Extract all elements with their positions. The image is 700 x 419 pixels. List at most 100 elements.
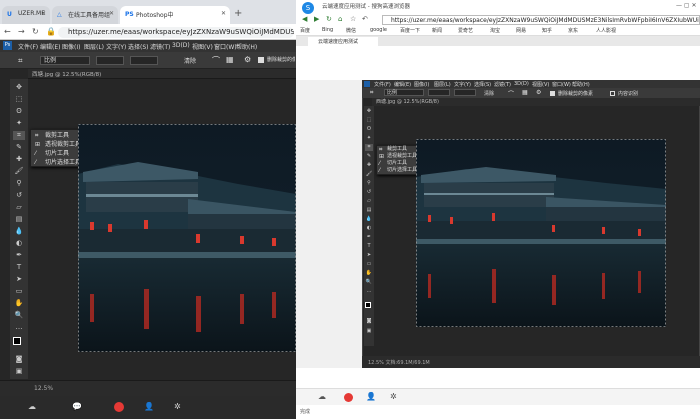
record-icon[interactable] <box>114 402 124 412</box>
record-icon[interactable] <box>344 393 353 402</box>
text-icon[interactable]: T <box>13 263 25 272</box>
menu-help[interactable]: 帮助(H) <box>572 81 590 88</box>
lasso-icon[interactable]: ʘ <box>13 107 25 116</box>
menu-filter[interactable]: 滤镜(T) <box>150 42 170 51</box>
settings-icon[interactable]: ✲ <box>390 392 397 401</box>
history-brush-icon[interactable]: ↺ <box>13 191 25 200</box>
grid-overlay-icon[interactable]: ▦ <box>522 89 528 96</box>
brush-icon[interactable]: 🖌 <box>365 171 373 178</box>
crop-icon[interactable]: ⌗ <box>365 144 373 151</box>
bookmark-item[interactable]: 淘宝 <box>490 27 500 34</box>
delete-pixels-checkbox[interactable] <box>258 57 264 63</box>
bookmark-item[interactable]: 爱奇艺 <box>458 27 473 34</box>
star-icon[interactable]: ☆ <box>350 15 356 23</box>
menu-type[interactable]: 文字(Y) <box>454 81 471 88</box>
menu-3d[interactable]: 3D(D) <box>172 42 190 49</box>
clear-button[interactable]: 清除 <box>184 56 196 65</box>
menu-image[interactable]: 图像(I) <box>62 42 80 51</box>
menu-window[interactable]: 窗口(W) <box>552 81 571 88</box>
tab-cloud-app[interactable]: 云端速度应用测试 <box>308 37 378 46</box>
menu-edit[interactable]: 编辑(E) <box>394 81 411 88</box>
path-select-icon[interactable]: ➤ <box>365 252 373 259</box>
bookmark-item[interactable]: 百度一下 <box>400 27 420 34</box>
healing-icon[interactable]: ✚ <box>365 162 373 169</box>
straighten-icon[interactable]: ⌒ <box>508 89 514 98</box>
path-select-icon[interactable]: ➤ <box>13 275 25 284</box>
eraser-icon[interactable]: ▱ <box>365 198 373 205</box>
move-icon[interactable]: ✥ <box>365 108 373 115</box>
menu-view[interactable]: 视图(V) <box>532 81 549 88</box>
settings-gear-icon[interactable]: ⚙ <box>536 89 541 96</box>
eyedropper-icon[interactable]: ✎ <box>13 143 25 152</box>
bookmark-item[interactable]: 微信 <box>346 27 356 34</box>
bookmark-item[interactable]: 人人影视 <box>596 27 616 34</box>
bookmark-item[interactable]: 京东 <box>568 27 578 34</box>
url-input[interactable]: https://uzer.me/eaas/workspace/eyJzZXNza… <box>382 15 700 25</box>
eraser-icon[interactable]: ▱ <box>13 203 25 212</box>
tab-photoshop[interactable]: PS Photoshop中 ✕ <box>120 6 230 24</box>
height-input[interactable] <box>454 89 476 96</box>
screen-mode-icon[interactable]: ▣ <box>13 367 25 376</box>
foreground-color-swatch[interactable] <box>13 337 21 345</box>
crop-icon[interactable]: ⌗ <box>13 131 25 140</box>
crop-icon[interactable]: ⌗ <box>370 89 373 97</box>
brush-icon[interactable]: 🖌 <box>13 167 25 176</box>
cloud-icon[interactable]: ☁ <box>318 392 326 401</box>
settings-icon[interactable]: ✲ <box>174 402 181 411</box>
settings-gear-icon[interactable]: ⚙ <box>244 55 251 64</box>
new-tab-button[interactable]: + <box>234 8 242 19</box>
history-brush-icon[interactable]: ↺ <box>365 189 373 196</box>
blur-icon[interactable]: 💧 <box>13 227 25 236</box>
menu-layer[interactable]: 图层(L) <box>84 42 104 51</box>
crop-icon[interactable]: ⌗ <box>18 56 23 66</box>
ratio-select[interactable]: 比例 <box>40 56 90 65</box>
quick-mask-icon[interactable]: ◙ <box>13 355 25 364</box>
window-controls-icon[interactable]: — ▢ ✕ <box>676 2 697 9</box>
dodge-icon[interactable]: ◐ <box>365 225 373 232</box>
back-icon[interactable]: ← <box>4 27 11 36</box>
chat-icon[interactable]: 💬 <box>72 402 82 411</box>
zoom-icon[interactable]: 🔍 <box>365 279 373 286</box>
blur-icon[interactable]: 💧 <box>365 216 373 223</box>
hand-icon[interactable]: ✋ <box>365 270 373 277</box>
marquee-icon[interactable]: ⬚ <box>13 95 25 104</box>
delete-pixels-checkbox[interactable] <box>550 91 555 96</box>
bookmark-item[interactable]: 知乎 <box>542 27 552 34</box>
text-icon[interactable]: T <box>365 243 373 250</box>
shape-icon[interactable]: ▭ <box>13 287 25 296</box>
gradient-icon[interactable]: ▤ <box>13 215 25 224</box>
document-tab-remote[interactable]: 西塘.jpg @ 12.5%(RGB/8) <box>372 98 700 106</box>
menu-select[interactable]: 选择(S) <box>474 81 491 88</box>
stamp-icon[interactable]: ⚲ <box>13 179 25 188</box>
forward-icon[interactable]: → <box>18 27 25 36</box>
height-input[interactable] <box>130 56 158 65</box>
tab-close-icon[interactable]: ✕ <box>109 10 114 17</box>
bookmark-item[interactable]: 网易 <box>516 27 526 34</box>
gradient-icon[interactable]: ▤ <box>365 207 373 214</box>
stamp-icon[interactable]: ⚲ <box>365 180 373 187</box>
zoom-icon[interactable]: 🔍 <box>13 311 25 320</box>
menu-image[interactable]: 图像(I) <box>414 81 429 88</box>
ratio-select[interactable]: 比例 <box>384 89 424 96</box>
menu-file[interactable]: 文件(F) <box>18 42 38 51</box>
move-icon[interactable]: ✥ <box>13 83 25 92</box>
bookmark-item[interactable]: google <box>370 27 387 33</box>
straighten-icon[interactable]: ⌒ <box>212 55 220 66</box>
menu-filter[interactable]: 滤镜(T) <box>494 81 511 88</box>
bookmark-item[interactable]: 百度 <box>300 27 310 34</box>
eyedropper-icon[interactable]: ✎ <box>365 153 373 160</box>
bookmark-item[interactable]: 新闻 <box>432 27 442 34</box>
pen-icon[interactable]: ✒ <box>365 234 373 241</box>
back-icon[interactable]: ◀ <box>302 15 307 23</box>
menu-layer[interactable]: 图层(L) <box>434 81 451 88</box>
menu-view[interactable]: 视图(V) <box>192 42 213 51</box>
menu-window[interactable]: 窗口(W) <box>214 42 237 51</box>
quick-mask-icon[interactable]: ◙ <box>365 318 373 325</box>
reload-icon[interactable]: ↻ <box>32 27 39 36</box>
menu-help[interactable]: 帮助(H) <box>236 42 257 51</box>
menu-type[interactable]: 文字(Y) <box>106 42 126 51</box>
lasso-icon[interactable]: ʘ <box>365 126 373 133</box>
bookmark-item[interactable]: Bing <box>322 27 333 33</box>
menu-select[interactable]: 选择(S) <box>128 42 149 51</box>
hand-icon[interactable]: ✋ <box>13 299 25 308</box>
